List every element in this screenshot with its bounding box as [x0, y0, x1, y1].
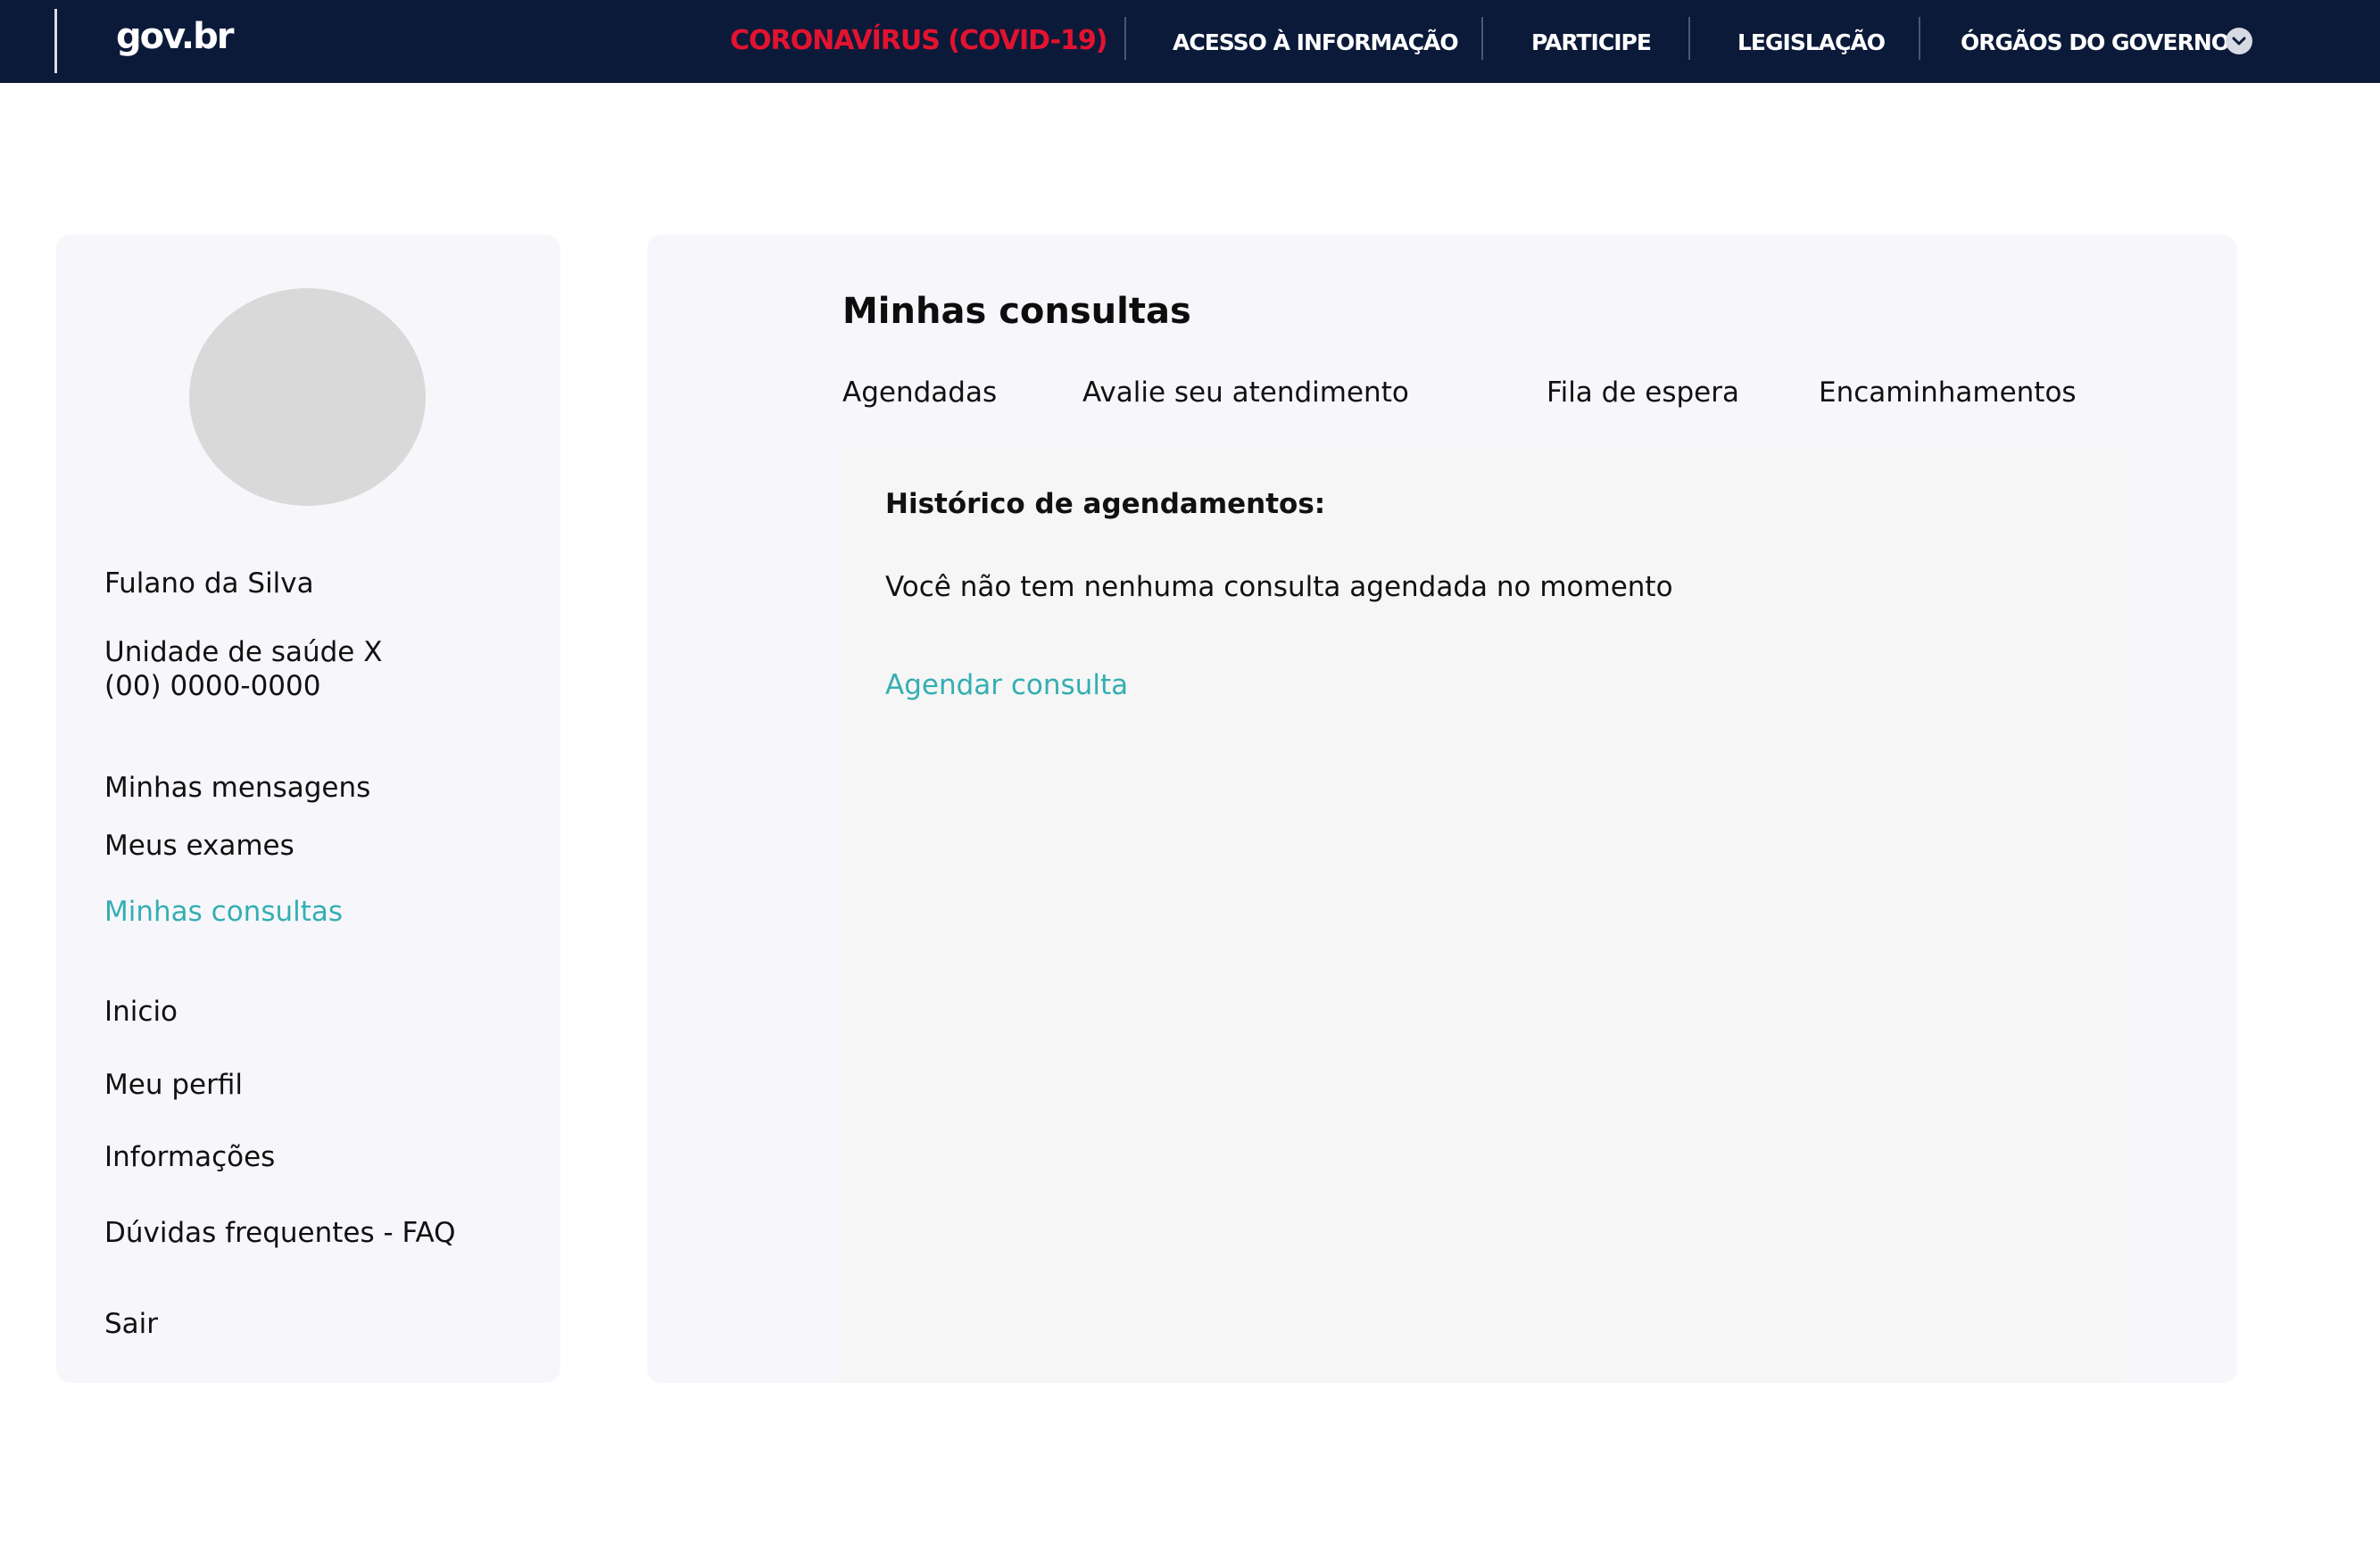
history-title: Histórico de agendamentos: — [885, 488, 1326, 520]
sidebar-item-meus-exames[interactable]: Meus exames — [104, 828, 294, 864]
sidebar-item-minhas-mensagens[interactable]: Minhas mensagens — [104, 770, 370, 806]
nav-link-acesso-informacao[interactable]: ACESSO À INFORMAÇÃO — [1173, 25, 1459, 61]
tab-agendadas[interactable]: Agendadas — [842, 375, 997, 410]
nav-link-legislacao[interactable]: LEGISLAÇÃO — [1737, 25, 1886, 61]
nav-separator — [1481, 17, 1483, 60]
sidebar-item-faq[interactable]: Dúvidas frequentes - FAQ — [104, 1215, 456, 1251]
header-divider — [54, 9, 57, 73]
chevron-down-icon[interactable] — [2226, 28, 2252, 54]
health-unit-phone: (00) 0000-0000 — [104, 670, 321, 702]
nav-separator — [1919, 17, 1920, 60]
schedule-appointment-link[interactable]: Agendar consulta — [885, 667, 1128, 703]
user-name: Fulano da Silva — [104, 567, 314, 600]
health-unit-name: Unidade de saúde X — [104, 636, 383, 668]
nav-link-coronavirus[interactable]: CORONAVÍRUS (COVID-19) — [730, 23, 1107, 59]
tab-avalie-atendimento[interactable]: Avalie seu atendimento — [1082, 375, 1409, 410]
nav-link-participe[interactable]: PARTICIPE — [1531, 25, 1652, 61]
page-title: Minhas consultas — [842, 291, 1191, 332]
sidebar-item-inicio[interactable]: Inicio — [104, 994, 178, 1030]
nav-link-orgaos-governo[interactable]: ÓRGÃOS DO GOVERNO — [1961, 25, 2230, 61]
avatar[interactable] — [189, 288, 426, 506]
tab-fila-espera[interactable]: Fila de espera — [1547, 375, 1739, 410]
nav-separator — [1688, 17, 1690, 60]
sidebar-item-minhas-consultas[interactable]: Minhas consultas — [104, 894, 343, 930]
sidebar-item-sair[interactable]: Sair — [104, 1306, 158, 1342]
empty-state-message: Você não tem nenhuma consulta agendada n… — [885, 571, 1673, 603]
top-navigation-bar: gov.br CORONAVÍRUS (COVID-19) ACESSO À I… — [0, 0, 2380, 83]
govbr-logo[interactable]: gov.br — [116, 14, 234, 59]
sidebar-item-informacoes[interactable]: Informações — [104, 1139, 275, 1175]
tab-encaminhamentos[interactable]: Encaminhamentos — [1819, 375, 2077, 410]
nav-separator — [1124, 17, 1126, 60]
sidebar-item-meu-perfil[interactable]: Meu perfil — [104, 1067, 243, 1103]
